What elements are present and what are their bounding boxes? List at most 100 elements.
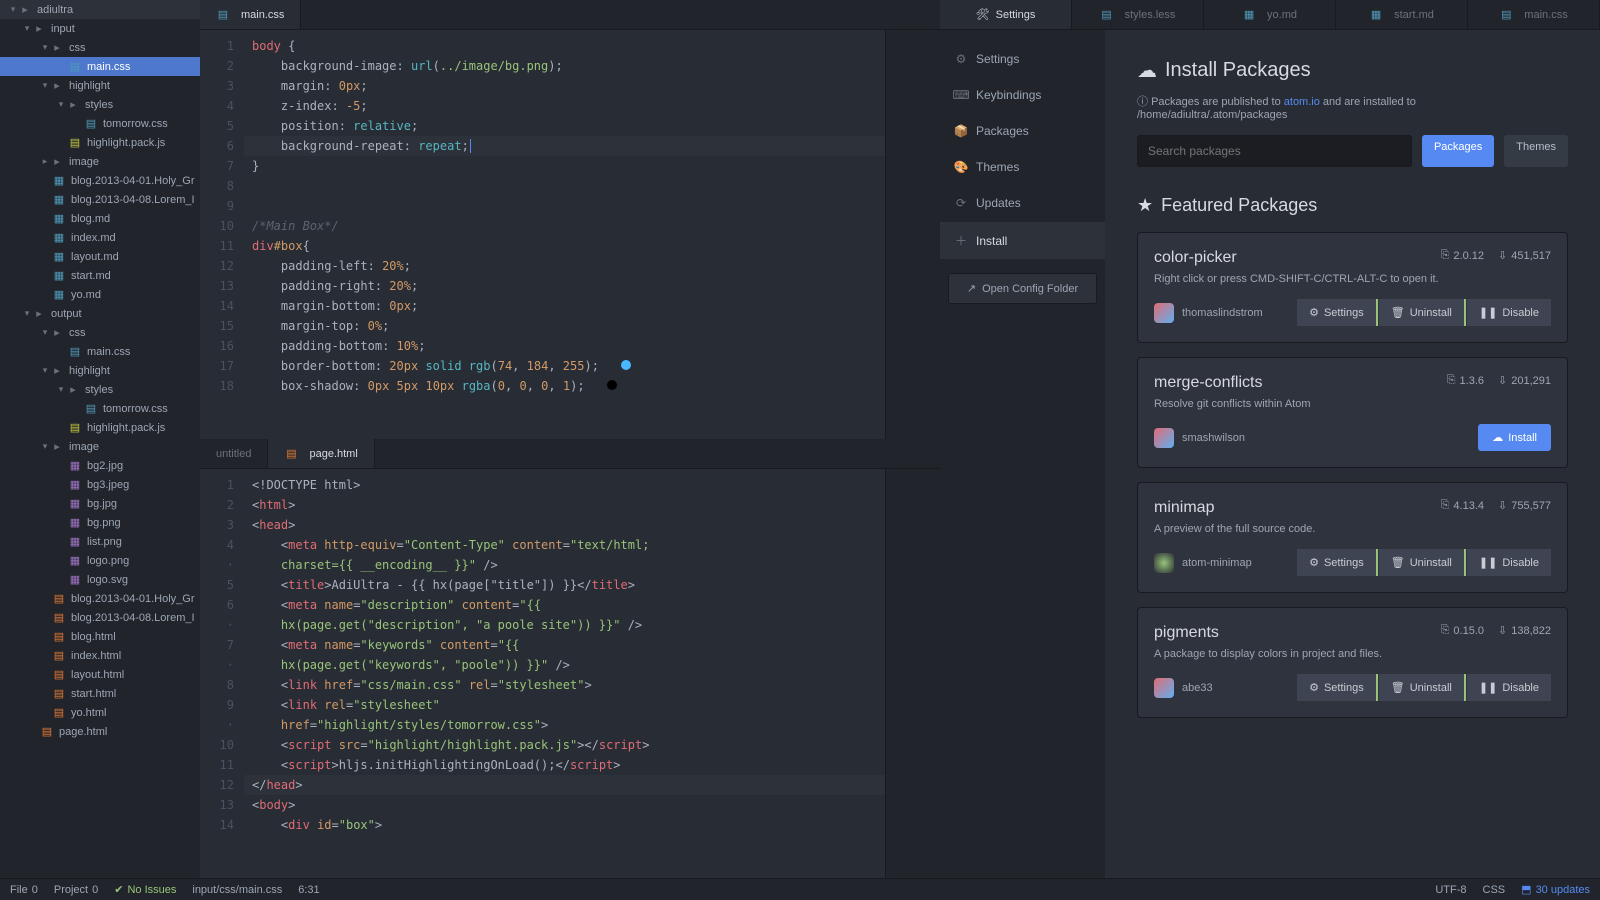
tree-file[interactable]: ▦bg.png bbox=[0, 513, 200, 532]
image-icon: ▦ bbox=[68, 516, 82, 529]
package-author[interactable]: atom-minimap bbox=[1154, 553, 1252, 573]
editor-css[interactable]: body { background-image: url(../image/bg… bbox=[244, 30, 885, 439]
pkg-install-button[interactable]: ☁Install bbox=[1478, 424, 1551, 451]
tab-startmd[interactable]: ▦start.md bbox=[1336, 0, 1468, 29]
package-author[interactable]: smashwilson bbox=[1154, 428, 1245, 448]
tab-maincss[interactable]: ▤main.css bbox=[1468, 0, 1600, 29]
tree-file[interactable]: ▤yo.html bbox=[0, 703, 200, 722]
tab-pagehtml[interactable]: ▤page.html bbox=[268, 439, 374, 468]
nav-keybindings[interactable]: ⌨Keybindings bbox=[940, 78, 1105, 112]
pkg-settings-button[interactable]: ⚙Settings bbox=[1297, 674, 1378, 701]
tree-file[interactable]: ▦bg.jpg bbox=[0, 494, 200, 513]
tree-file[interactable]: ▤blog.2013-04-08.Lorem_I bbox=[0, 608, 200, 627]
tree-folder-highlight[interactable]: ▾▸highlight bbox=[0, 76, 200, 95]
tree-file[interactable]: ▦blog.md bbox=[0, 209, 200, 228]
status-cursor[interactable]: 6:31 bbox=[298, 884, 319, 896]
status-file[interactable]: File 0 bbox=[10, 884, 38, 896]
atomio-link[interactable]: atom.io bbox=[1284, 96, 1320, 108]
pkg-settings-button[interactable]: ⚙Settings bbox=[1297, 299, 1378, 326]
tree-folder-css[interactable]: ▾▸css bbox=[0, 38, 200, 57]
html-icon: ▤ bbox=[284, 447, 298, 460]
pkg-uninstall-button[interactable]: 🗑Uninstall bbox=[1379, 299, 1466, 326]
tree-file[interactable]: ▤start.html bbox=[0, 684, 200, 703]
nav-install[interactable]: ＋Install bbox=[940, 222, 1105, 259]
nav-updates[interactable]: ⟳Updates bbox=[940, 186, 1105, 220]
tree-file[interactable]: ▦index.md bbox=[0, 228, 200, 247]
tree-folder-output[interactable]: ▾▸output bbox=[0, 304, 200, 323]
download-icon: ⇩ bbox=[1498, 499, 1507, 512]
status-lang[interactable]: CSS bbox=[1483, 884, 1506, 896]
package-author[interactable]: abe33 bbox=[1154, 678, 1213, 698]
pkg-disable-button[interactable]: ❚❚Disable bbox=[1467, 549, 1551, 576]
pkg-disable-button[interactable]: ❚❚Disable bbox=[1467, 674, 1551, 701]
html-icon: ▤ bbox=[52, 687, 66, 700]
pkg-settings-button[interactable]: ⚙Settings bbox=[1297, 549, 1378, 576]
gear-icon: ⚙ bbox=[1309, 556, 1319, 569]
file-tree[interactable]: ▾▸adiultra ▾▸input ▾▸css ▤main.css ▾▸hig… bbox=[0, 0, 200, 878]
tree-folder-input[interactable]: ▾▸input bbox=[0, 19, 200, 38]
minimap[interactable] bbox=[885, 469, 940, 878]
status-updates[interactable]: ⬒ 30 updates bbox=[1521, 883, 1590, 896]
pkg-disable-button[interactable]: ❚❚Disable bbox=[1467, 299, 1551, 326]
tree-file-hlpack[interactable]: ▤highlight.pack.js bbox=[0, 133, 200, 152]
tree-file[interactable]: ▦logo.png bbox=[0, 551, 200, 570]
editor-html[interactable]: <!DOCTYPE html><html><head> <meta http-e… bbox=[244, 469, 885, 878]
tree-file[interactable]: ▦blog.2013-04-08.Lorem_I bbox=[0, 190, 200, 209]
tree-folder-image[interactable]: ▸▸image bbox=[0, 152, 200, 171]
download-icon: ⇩ bbox=[1498, 624, 1507, 637]
tree-file[interactable]: ▤tomorrow.css bbox=[0, 399, 200, 418]
tree-folder-styles[interactable]: ▾▸styles bbox=[0, 380, 200, 399]
tree-root[interactable]: ▾▸adiultra bbox=[0, 0, 200, 19]
tree-file[interactable]: ▤main.css bbox=[0, 342, 200, 361]
tree-file[interactable]: ▤highlight.pack.js bbox=[0, 418, 200, 437]
tree-file[interactable]: ▤blog.html bbox=[0, 627, 200, 646]
nav-themes[interactable]: 🎨Themes bbox=[940, 150, 1105, 184]
status-encoding[interactable]: UTF-8 bbox=[1435, 884, 1466, 896]
tree-file[interactable]: ▦yo.md bbox=[0, 285, 200, 304]
nav-packages[interactable]: 📦Packages bbox=[940, 114, 1105, 148]
pkg-uninstall-button[interactable]: 🗑Uninstall bbox=[1379, 549, 1466, 576]
download-icon: ⇩ bbox=[1498, 374, 1507, 387]
tree-folder-css[interactable]: ▾▸css bbox=[0, 323, 200, 342]
status-path[interactable]: input/css/main.css bbox=[192, 884, 282, 896]
nav-settings[interactable]: ⚙Settings bbox=[940, 42, 1105, 76]
tree-file-tomorrow[interactable]: ▤tomorrow.css bbox=[0, 114, 200, 133]
gutter: 123456789101112131415161718 bbox=[200, 30, 244, 439]
minimap[interactable] bbox=[885, 30, 940, 439]
tree-file[interactable]: ▦layout.md bbox=[0, 247, 200, 266]
tree-file[interactable]: ▤layout.html bbox=[0, 665, 200, 684]
status-project[interactable]: Project 0 bbox=[54, 884, 98, 896]
package-author[interactable]: thomaslindstrom bbox=[1154, 303, 1263, 323]
tree-file[interactable]: ▦logo.svg bbox=[0, 570, 200, 589]
css-icon: ▤ bbox=[216, 8, 230, 21]
open-config-button[interactable]: ↗Open Config Folder bbox=[948, 273, 1097, 304]
packages-filter-button[interactable]: Packages bbox=[1422, 135, 1494, 167]
tab-stylesless[interactable]: ▤styles.less bbox=[1072, 0, 1204, 29]
tree-folder-image[interactable]: ▾▸image bbox=[0, 437, 200, 456]
tree-folder-styles[interactable]: ▾▸styles bbox=[0, 95, 200, 114]
tree-file[interactable]: ▤blog.2013-04-01.Holy_Gr bbox=[0, 589, 200, 608]
less-icon: ▤ bbox=[1100, 8, 1114, 21]
tree-file[interactable]: ▤index.html bbox=[0, 646, 200, 665]
tab-yomd[interactable]: ▦yo.md bbox=[1204, 0, 1336, 29]
tree-file[interactable]: ▦bg3.jpeg bbox=[0, 475, 200, 494]
tab-maincss[interactable]: ▤main.css bbox=[200, 0, 301, 29]
tree-file-maincss[interactable]: ▤main.css bbox=[0, 57, 200, 76]
status-noissues[interactable]: ✔ No Issues bbox=[114, 883, 176, 896]
tree-file[interactable]: ▦blog.2013-04-01.Holy_Gr bbox=[0, 171, 200, 190]
tree-file[interactable]: ▦start.md bbox=[0, 266, 200, 285]
tree-file[interactable]: ▦list.png bbox=[0, 532, 200, 551]
avatar bbox=[1154, 678, 1174, 698]
tree-folder-highlight[interactable]: ▾▸highlight bbox=[0, 361, 200, 380]
pkg-uninstall-button[interactable]: 🗑Uninstall bbox=[1379, 674, 1466, 701]
themes-filter-button[interactable]: Themes bbox=[1504, 135, 1568, 167]
tree-file[interactable]: ▤page.html bbox=[0, 722, 200, 741]
tree-label: highlight.pack.js bbox=[87, 137, 165, 149]
folder-icon: ▸ bbox=[50, 155, 64, 168]
tree-file[interactable]: ▦bg2.jpg bbox=[0, 456, 200, 475]
search-packages-input[interactable] bbox=[1137, 135, 1412, 167]
tag-icon: ⎘ bbox=[1447, 374, 1456, 387]
tab-settings[interactable]: 🛠Settings bbox=[940, 0, 1072, 29]
tab-label: Settings bbox=[996, 9, 1036, 21]
tab-untitled[interactable]: untitled bbox=[200, 439, 268, 468]
